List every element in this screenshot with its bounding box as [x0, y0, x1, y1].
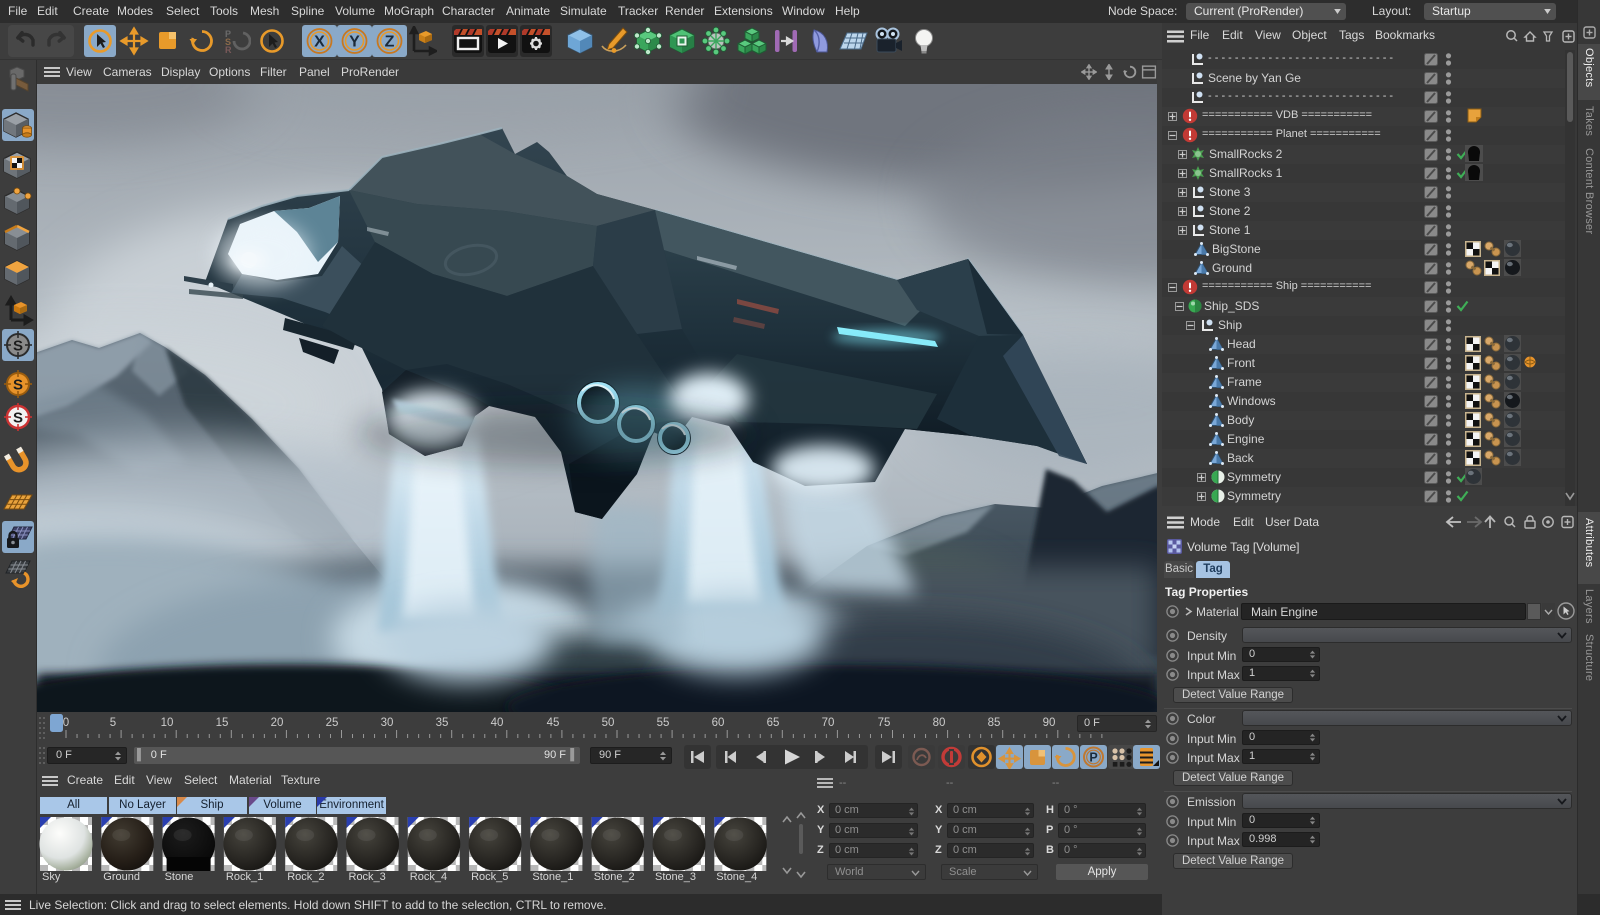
svg-text:15: 15: [216, 717, 229, 729]
svg-text:Y: Y: [349, 34, 360, 51]
svg-text:70: 70: [822, 717, 835, 729]
svg-text:45: 45: [547, 717, 560, 729]
svg-text:50: 50: [602, 717, 615, 729]
svg-text:35: 35: [436, 717, 449, 729]
svg-text:P: P: [1089, 751, 1097, 765]
svg-text:40: 40: [491, 717, 504, 729]
svg-text:90: 90: [1043, 717, 1056, 729]
svg-text:0: 0: [63, 717, 69, 729]
svg-text:80: 80: [933, 717, 946, 729]
svg-text:X: X: [314, 34, 325, 51]
svg-text:Z: Z: [385, 34, 395, 51]
svg-text:85: 85: [988, 717, 1001, 729]
svg-text:20: 20: [271, 717, 284, 729]
svg-text:30: 30: [381, 717, 394, 729]
svg-text:65: 65: [767, 717, 780, 729]
svg-text:55: 55: [657, 717, 670, 729]
svg-text:S: S: [13, 338, 23, 355]
svg-text:60: 60: [712, 717, 725, 729]
svg-text:10: 10: [161, 717, 174, 729]
svg-text:25: 25: [326, 717, 339, 729]
svg-text:5: 5: [110, 717, 116, 729]
svg-text:S: S: [13, 410, 23, 427]
svg-text:R: R: [225, 45, 232, 55]
svg-text:S: S: [13, 377, 23, 394]
svg-text:75: 75: [878, 717, 891, 729]
